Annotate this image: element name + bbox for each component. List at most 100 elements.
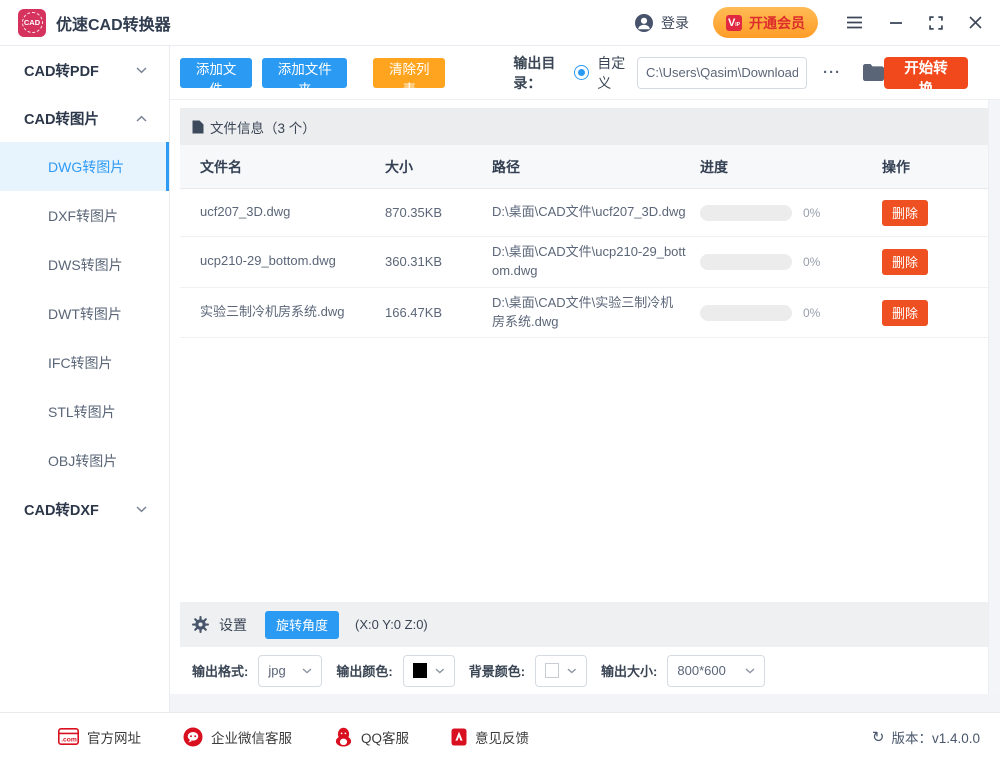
sidebar-section-cad-to-pdf[interactable]: CAD转PDF [0, 46, 169, 94]
section-label: CAD转图片 [24, 108, 99, 129]
sidebar-item-label: OBJ转图片 [48, 451, 117, 471]
chevron-down-icon [302, 668, 312, 674]
menu-icon[interactable] [846, 16, 863, 29]
sidebar-item-dxf-to-image[interactable]: DXF转图片 [0, 191, 169, 240]
column-header-name: 文件名 [180, 157, 385, 177]
login-label: 登录 [661, 13, 689, 33]
file-path: D:\桌面\CAD文件\ucp210-29_bottom.dwg [492, 243, 700, 281]
svg-text:.com: .com [61, 737, 77, 744]
output-format-value: jpg [268, 663, 285, 678]
chevron-down-icon [435, 668, 445, 674]
footer-link-label: QQ客服 [361, 727, 409, 747]
file-size: 870.35KB [385, 205, 492, 220]
minimize-icon[interactable] [889, 21, 903, 25]
output-directory-label: 输出目录： [513, 53, 566, 93]
sidebar-item-label: DWT转图片 [48, 304, 122, 324]
sidebar-item-dwt-to-image[interactable]: DWT转图片 [0, 289, 169, 338]
background-color-select[interactable] [535, 655, 587, 687]
website-icon: .com [58, 728, 79, 745]
clear-list-button[interactable]: 清除列表 [373, 58, 445, 88]
qq-icon [334, 727, 353, 747]
official-website-link[interactable]: .com 官方网址 [58, 727, 141, 747]
footer-link-label: 意见反馈 [475, 727, 529, 747]
background-color-label: 背景颜色: [469, 661, 525, 680]
maximize-icon[interactable] [929, 16, 943, 30]
output-color-label: 输出颜色: [336, 661, 392, 680]
add-folder-button[interactable]: 添加文件夹 [262, 58, 347, 88]
sidebar-item-stl-to-image[interactable]: STL转图片 [0, 387, 169, 436]
file-name: ucp210-29_bottom.dwg [180, 252, 385, 271]
settings-label: 设置 [219, 615, 247, 635]
file-info-title: 文件信息（3 个） [210, 117, 316, 137]
open-folder-icon[interactable] [863, 64, 884, 81]
logo-text: CAD [22, 12, 43, 33]
file-size: 360.31KB [385, 254, 492, 269]
progress-percent: 0% [803, 306, 820, 320]
progress-cell: 0% [700, 305, 882, 321]
output-size-value: 800*600 [677, 663, 725, 678]
bottom-strip [170, 694, 1000, 712]
chevron-down-icon [567, 668, 577, 674]
file-name: 实验三制冷机房系统.dwg [180, 303, 385, 322]
rotate-angle-button[interactable]: 旋转角度 [265, 611, 339, 639]
scrollbar-gutter [988, 100, 1000, 694]
file-path: D:\桌面\CAD文件\ucf207_3D.dwg [492, 203, 700, 222]
vip-membership-button[interactable]: VIP 开通会员 [713, 7, 818, 38]
file-list-panel: 文件信息（3 个） 文件名 大小 路径 进度 操作 ucf207_3D.dwg … [170, 100, 988, 602]
app-logo-icon: CAD [18, 9, 46, 37]
qq-service-link[interactable]: QQ客服 [334, 727, 409, 747]
sidebar-item-dws-to-image[interactable]: DWS转图片 [0, 240, 169, 289]
sidebar-item-label: IFC转图片 [48, 353, 113, 373]
sidebar-section-cad-to-dxf[interactable]: CAD转DXF [0, 485, 169, 533]
delete-button[interactable]: 删除 [882, 300, 928, 326]
sidebar-section-cad-to-image[interactable]: CAD转图片 [0, 94, 169, 142]
vip-label: 开通会员 [749, 13, 805, 33]
chevron-down-icon [136, 501, 147, 517]
file-info-header: 文件信息（3 个） [180, 108, 988, 145]
gear-icon [192, 616, 209, 633]
refresh-icon[interactable]: ↻ [872, 728, 885, 746]
window-controls [846, 16, 982, 30]
progress-cell: 0% [700, 254, 882, 270]
column-header-path: 路径 [492, 157, 700, 177]
column-header-progress: 进度 [700, 157, 882, 177]
custom-radio[interactable] [574, 65, 589, 80]
section-label: CAD转DXF [24, 499, 99, 520]
file-size: 166.47KB [385, 305, 492, 320]
delete-button[interactable]: 删除 [882, 249, 928, 275]
add-file-button[interactable]: 添加文件 [180, 58, 252, 88]
output-format-select[interactable]: jpg [258, 655, 322, 687]
background-color-swatch [545, 663, 559, 678]
browse-ellipsis-button[interactable]: ··· [823, 64, 841, 81]
progress-bar [700, 254, 792, 270]
close-icon[interactable] [969, 16, 982, 29]
chevron-down-icon [745, 668, 755, 674]
output-size-select[interactable]: 800*600 [667, 655, 765, 687]
table-row: ucf207_3D.dwg 870.35KB D:\桌面\CAD文件\ucf20… [180, 189, 988, 237]
progress-bar [700, 205, 792, 221]
sidebar-item-ifc-to-image[interactable]: IFC转图片 [0, 338, 169, 387]
sidebar: CAD转PDF CAD转图片 DWG转图片 DXF转图片 DWS转图片 DWT转… [0, 46, 170, 712]
feedback-link[interactable]: 意见反馈 [451, 727, 529, 747]
settings-bar: 设置 旋转角度 (X:0 Y:0 Z:0) [180, 602, 988, 647]
section-label: CAD转PDF [24, 60, 99, 81]
app-title: 优速CAD转换器 [56, 11, 171, 35]
vip-icon: VIP [726, 15, 742, 31]
rotation-value: (X:0 Y:0 Z:0) [355, 617, 428, 632]
delete-button[interactable]: 删除 [882, 200, 928, 226]
custom-radio-label: 自定义 [597, 53, 629, 93]
sidebar-item-label: DXF转图片 [48, 206, 118, 226]
file-path: D:\桌面\CAD文件\实验三制冷机房系统.dwg [492, 294, 700, 332]
output-color-select[interactable] [403, 655, 455, 687]
footer: .com 官方网址 企业微信客服 QQ客服 意见反馈 ↻ [0, 712, 1000, 760]
footer-link-label: 官方网址 [87, 727, 141, 747]
output-directory-group: 输出目录： 自定义 ··· [513, 53, 884, 93]
wechat-service-link[interactable]: 企业微信客服 [183, 727, 292, 747]
sidebar-item-dwg-to-image[interactable]: DWG转图片 [0, 142, 169, 191]
sidebar-item-obj-to-image[interactable]: OBJ转图片 [0, 436, 169, 485]
output-format-label: 输出格式: [192, 661, 248, 680]
start-convert-button[interactable]: 开始转换 [884, 57, 968, 89]
output-path-input[interactable] [637, 57, 807, 89]
column-header-action: 操作 [882, 157, 988, 177]
login-button[interactable]: 登录 [634, 13, 689, 33]
